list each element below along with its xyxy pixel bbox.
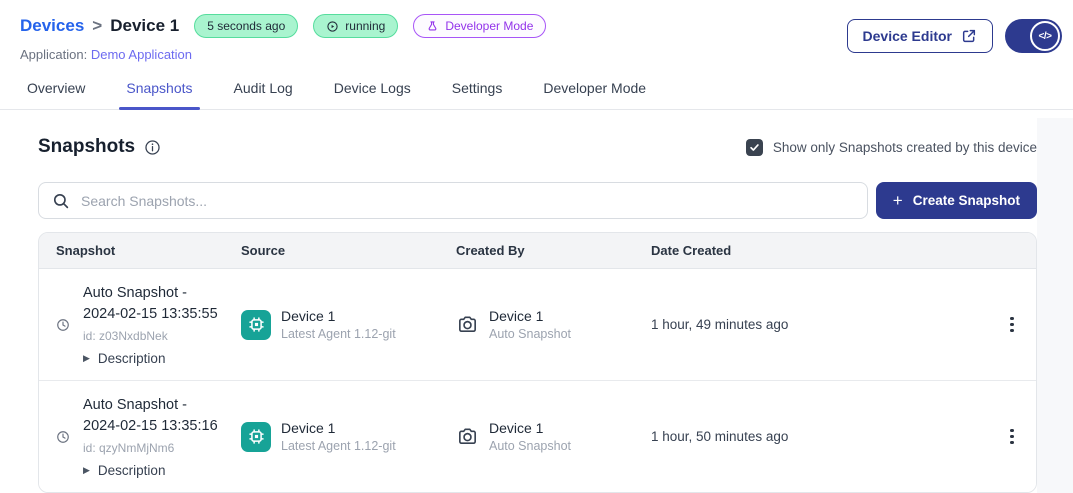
tab-developer-mode[interactable]: Developer Mode [541,71,648,109]
snapshot-title-line2: 2024-02-15 13:35:16 [83,416,218,437]
application-link[interactable]: Demo Application [91,47,192,62]
plus-icon: + [893,192,903,209]
section-header: Snapshots Show only Snapshots created by… [38,136,1037,158]
description-label: Description [98,463,166,478]
snapshot-title-line1: Auto Snapshot - [83,395,218,416]
last-updated-label: 5 seconds ago [207,19,285,33]
description-expander[interactable]: ▶ Description [83,463,218,478]
filter-checkbox[interactable] [746,139,763,156]
status-label: running [345,19,385,33]
tab-device-logs[interactable]: Device Logs [332,71,413,109]
device-editor-button[interactable]: Device Editor [847,19,993,53]
snapshot-title-line1: Auto Snapshot - [83,283,218,304]
application-label: Application: [20,47,87,62]
header-left: Devices > Device 1 5 seconds ago running [20,14,546,62]
tab-overview[interactable]: Overview [25,71,87,109]
source-name: Device 1 [281,308,396,324]
filter-device-snapshots[interactable]: Show only Snapshots created by this devi… [746,139,1037,156]
table-row: Auto Snapshot - 2024-02-15 13:35:55 id: … [39,269,1036,380]
triangle-right-icon: ▶ [83,465,90,476]
row-actions-menu[interactable] [988,309,1036,341]
source-cell: Device 1 Latest Agent 1.12-git [241,308,456,341]
tab-audit-log[interactable]: Audit Log [232,71,295,109]
device-editor-label: Device Editor [863,28,952,44]
description-expander[interactable]: ▶ Description [83,351,218,366]
snapshots-title: Snapshots [38,136,135,158]
breadcrumb-trail: Devices > Device 1 [20,16,179,36]
application-line: Application: Demo Application [20,47,546,62]
creator-info: Device 1 Auto Snapshot [489,420,571,453]
breadcrumb-devices-link[interactable]: Devices [20,16,84,36]
column-header-source: Source [241,243,456,258]
page-header: Devices > Device 1 5 seconds ago running [0,0,1073,62]
chip-icon [241,422,271,452]
scroll-gutter [1037,118,1073,493]
source-info: Device 1 Latest Agent 1.12-git [281,420,396,453]
snapshots-table: Snapshot Source Created By Date Created … [38,232,1037,493]
clock-icon [56,430,70,444]
created-by-cell: Device 1 Auto Snapshot [456,420,651,453]
triangle-right-icon: ▶ [83,353,90,364]
search-icon [52,192,70,210]
created-by-type: Auto Snapshot [489,327,571,341]
tab-bar: Overview Snapshots Audit Log Device Logs… [0,71,1073,110]
info-icon[interactable] [144,139,161,156]
table-row: Auto Snapshot - 2024-02-15 13:35:16 id: … [39,380,1036,492]
breadcrumb-separator: > [92,16,102,36]
tab-snapshots[interactable]: Snapshots [124,71,194,109]
camera-icon [456,313,479,336]
external-link-icon [961,28,977,44]
row-actions-menu[interactable] [988,421,1036,453]
clock-icon [56,318,70,332]
date-created-cell: 1 hour, 49 minutes ago [651,317,988,332]
play-circle-icon [326,20,339,33]
main-content: Snapshots Show only Snapshots created by… [0,136,1037,493]
flask-icon [426,20,439,33]
developer-mode-label: Developer Mode [445,19,533,33]
camera-icon [456,425,479,448]
snapshot-info: Auto Snapshot - 2024-02-15 13:35:16 id: … [83,395,218,478]
breadcrumb: Devices > Device 1 5 seconds ago running [20,14,546,38]
chip-icon [241,310,271,340]
search-input[interactable] [81,193,854,209]
snapshot-cell: Auto Snapshot - 2024-02-15 13:35:16 id: … [39,381,241,492]
code-icon: </> [1030,21,1060,51]
create-snapshot-button[interactable]: + Create Snapshot [876,182,1037,219]
source-agent: Latest Agent 1.12-git [281,327,396,341]
filter-label: Show only Snapshots created by this devi… [773,140,1037,155]
created-by-cell: Device 1 Auto Snapshot [456,308,651,341]
tab-settings[interactable]: Settings [450,71,505,109]
snapshot-info: Auto Snapshot - 2024-02-15 13:35:55 id: … [83,283,218,366]
created-by-name: Device 1 [489,420,571,436]
snapshot-cell: Auto Snapshot - 2024-02-15 13:35:55 id: … [39,269,241,380]
toolbar: + Create Snapshot [38,182,1037,219]
column-header-date-created: Date Created [651,243,988,258]
source-info: Device 1 Latest Agent 1.12-git [281,308,396,341]
date-created-cell: 1 hour, 50 minutes ago [651,429,988,444]
column-header-snapshot: Snapshot [39,243,241,258]
source-cell: Device 1 Latest Agent 1.12-git [241,420,456,453]
search-box[interactable] [38,182,868,219]
developer-mode-toggle[interactable]: </> [1005,19,1062,53]
last-updated-badge: 5 seconds ago [194,14,298,38]
breadcrumb-current-device: Device 1 [110,16,179,36]
table-header-row: Snapshot Source Created By Date Created [39,233,1036,269]
snapshot-id: id: qzyNmMjNm6 [83,441,218,455]
created-by-name: Device 1 [489,308,571,324]
create-snapshot-label: Create Snapshot [913,193,1020,208]
creator-info: Device 1 Auto Snapshot [489,308,571,341]
created-by-type: Auto Snapshot [489,439,571,453]
developer-mode-badge: Developer Mode [413,14,546,38]
page-title: Snapshots [38,136,161,158]
snapshot-id: id: z03NxdbNek [83,329,218,343]
source-name: Device 1 [281,420,396,436]
status-badge: running [313,14,398,38]
column-header-created-by: Created By [456,243,651,258]
description-label: Description [98,351,166,366]
snapshot-title-line2: 2024-02-15 13:35:55 [83,304,218,325]
header-actions: Device Editor </> [847,19,1062,53]
source-agent: Latest Agent 1.12-git [281,439,396,453]
